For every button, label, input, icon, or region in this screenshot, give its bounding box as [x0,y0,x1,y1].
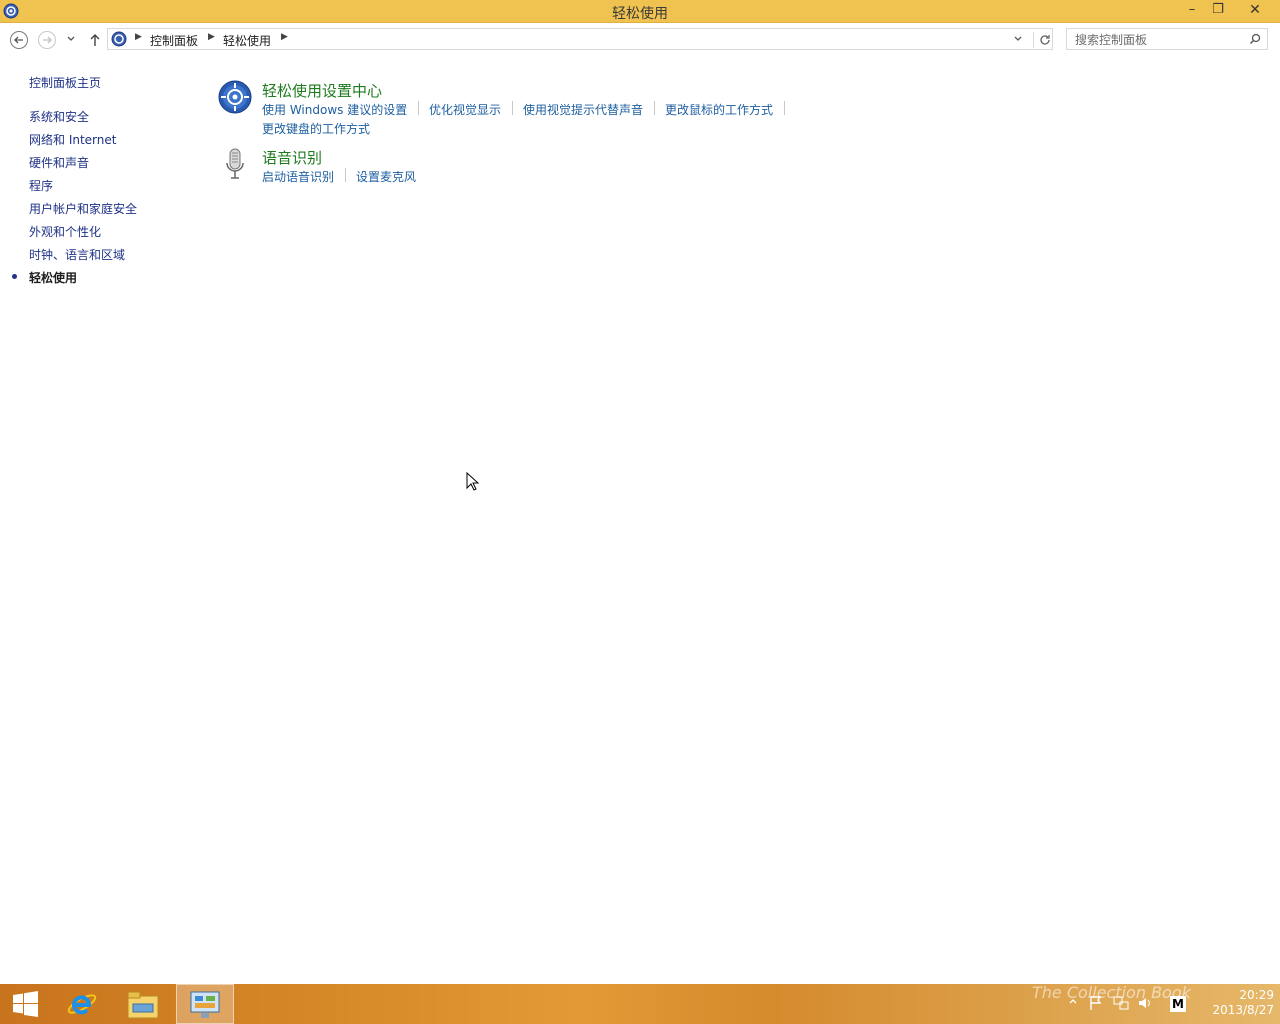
mouse-cursor-icon [466,472,480,491]
start-icon [13,991,38,1017]
sidebar-item-ease-of-access: 轻松使用 [29,271,78,285]
link-separator [345,168,346,182]
sidebar-item-appearance[interactable]: 外观和个性化 [29,223,101,240]
sidebar-item-home[interactable]: 控制面板主页 [29,74,101,91]
link-separator [418,101,419,115]
link-keyboard-settings[interactable]: 更改键盘的工作方式 [262,120,370,137]
search-icon[interactable] [1249,33,1261,45]
link-start-speech-recognition[interactable]: 启动语音识别 [262,168,334,185]
sidebar-item-hardware-sound[interactable]: 硬件和声音 [29,154,89,171]
link-recommended-settings[interactable]: 使用 Windows 建议的设置 [262,101,407,118]
watermark-text: The Collection Book [1032,983,1191,1002]
breadcrumb-separator-icon[interactable]: ▶ [135,32,142,42]
recent-locations-chevron-down-icon[interactable] [66,35,76,43]
forward-button[interactable] [38,31,56,49]
category-title[interactable]: 轻松使用设置中心 [262,80,382,101]
ease-of-access-icon[interactable] [218,80,252,114]
taskbar-control-panel[interactable] [176,984,234,1024]
up-arrow-icon[interactable] [88,32,102,48]
link-optimize-visual-display[interactable]: 优化视觉显示 [429,101,501,118]
link-separator [654,101,655,115]
minimize-button[interactable]: – [1178,0,1206,20]
sidebar-item-user-accounts[interactable]: 用户帐户和家庭安全 [29,200,137,217]
file-explorer-icon [127,991,159,1019]
sidebar-item-network-internet[interactable]: 网络和 Internet [29,131,116,148]
search-box[interactable] [1066,28,1268,50]
breadcrumb-ease-of-access[interactable]: 轻松使用 [223,32,271,49]
start-button[interactable] [0,984,56,1024]
link-separator [512,101,513,115]
link-mouse-settings[interactable]: 更改鼠标的工作方式 [665,101,773,118]
internet-explorer-icon [67,994,97,1015]
breadcrumb-separator-icon[interactable]: ▶ [208,32,215,42]
clock-date: 2013/8/27 [1212,1003,1274,1017]
category-title[interactable]: 语音识别 [262,147,322,168]
clock-time: 20:29 [1239,988,1274,1002]
sidebar-item-clock-region[interactable]: 时钟、语言和区域 [29,246,125,263]
window-title: 轻松使用 [612,6,668,22]
breadcrumb-separator-icon[interactable]: ▶ [281,32,288,42]
refresh-icon [1040,35,1050,45]
active-item-bullet-icon [12,274,17,279]
link-visual-cues-for-sounds[interactable]: 使用视觉提示代替声音 [523,101,643,118]
arrow-right-icon [43,36,52,44]
address-bar[interactable]: ▶ 控制面板 ▶ 轻松使用 ▶ [107,28,1053,50]
link-separator [784,101,785,115]
arrow-left-icon [14,36,23,44]
breadcrumb-control-panel[interactable]: 控制面板 [150,32,198,49]
sidebar-item-system-security[interactable]: 系统和安全 [29,108,89,125]
maximize-button[interactable]: ❐ [1204,0,1232,20]
sidebar-item-programs[interactable]: 程序 [29,177,53,194]
system-clock[interactable]: 20:29 2013/8/27 [1196,988,1274,1018]
taskbar-file-explorer[interactable] [117,984,173,1024]
control-panel-icon [111,31,127,47]
back-button[interactable] [10,31,28,49]
refresh-button[interactable] [1033,32,1054,48]
microphone-icon[interactable] [218,147,252,181]
search-input[interactable] [1073,32,1247,48]
taskbar-internet-explorer[interactable] [56,984,108,1024]
control-panel-icon [190,991,220,1018]
title-bar: 轻松使用 – ❐ ✕ [0,0,1280,23]
close-button[interactable]: ✕ [1240,0,1270,20]
navigation-bar: ▶ 控制面板 ▶ 轻松使用 ▶ [0,23,1280,57]
link-set-up-microphone[interactable]: 设置麦克风 [356,168,416,185]
address-dropdown-chevron-icon[interactable] [1013,33,1023,45]
